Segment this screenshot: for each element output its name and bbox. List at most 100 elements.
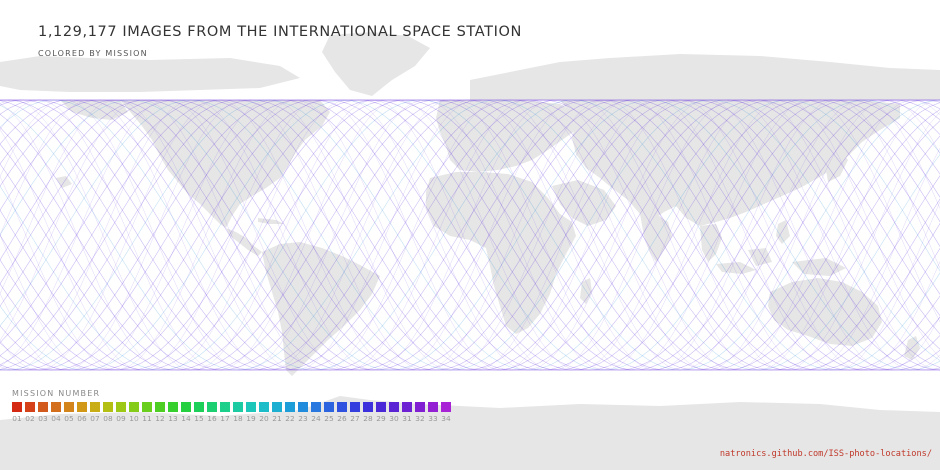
legend-title: MISSION NUMBER [12, 389, 101, 398]
legend-swatch [77, 402, 87, 412]
legend-label: 14 [181, 414, 191, 423]
legend-label: 27 [350, 414, 360, 423]
legend-label: 30 [389, 414, 399, 423]
legend-item: 22 [285, 402, 295, 423]
legend-swatch [181, 402, 191, 412]
legend-item: 03 [38, 402, 48, 423]
legend-item: 28 [363, 402, 373, 423]
legend-label: 09 [116, 414, 126, 423]
legend-swatch [441, 402, 451, 412]
legend-item: 05 [64, 402, 74, 423]
legend-item: 15 [194, 402, 204, 423]
legend-swatch [272, 402, 282, 412]
legend-item: 33 [428, 402, 438, 423]
legend-swatch [428, 402, 438, 412]
legend-item: 25 [324, 402, 334, 423]
legend-swatch [246, 402, 256, 412]
legend-label: 07 [90, 414, 100, 423]
legend-label: 08 [103, 414, 113, 423]
legend-swatch [324, 402, 334, 412]
legend-item: 20 [259, 402, 269, 423]
legend-label: 20 [259, 414, 269, 423]
legend-label: 03 [38, 414, 48, 423]
legend-swatch [298, 402, 308, 412]
legend-item: 34 [441, 402, 451, 423]
legend-item: 18 [233, 402, 243, 423]
legend-swatch [64, 402, 74, 412]
legend-label: 11 [142, 414, 152, 423]
legend-item: 14 [181, 402, 191, 423]
legend-swatch [389, 402, 399, 412]
legend-item: 10 [129, 402, 139, 423]
legend-swatch [363, 402, 373, 412]
legend-item: 04 [51, 402, 61, 423]
legend-label: 05 [64, 414, 74, 423]
legend-item: 19 [246, 402, 256, 423]
legend-swatch [233, 402, 243, 412]
legend-label: 04 [51, 414, 61, 423]
legend-item: 11 [142, 402, 152, 423]
legend-swatch [90, 402, 100, 412]
legend-label: 29 [376, 414, 386, 423]
legend-item: 12 [155, 402, 165, 423]
legend-swatch [415, 402, 425, 412]
legend-label: 26 [337, 414, 347, 423]
legend-item: 24 [311, 402, 321, 423]
legend-swatch [155, 402, 165, 412]
legend-label: 21 [272, 414, 282, 423]
legend-item: 23 [298, 402, 308, 423]
legend-swatch [376, 402, 386, 412]
legend-swatch [12, 402, 22, 412]
legend-label: 02 [25, 414, 35, 423]
legend-label: 23 [298, 414, 308, 423]
legend-label: 28 [363, 414, 373, 423]
legend-swatch [142, 402, 152, 412]
legend-label: 18 [233, 414, 243, 423]
legend-label: 22 [285, 414, 295, 423]
legend-item: 29 [376, 402, 386, 423]
legend-label: 06 [77, 414, 87, 423]
legend-item: 08 [103, 402, 113, 423]
legend-label: 34 [441, 414, 451, 423]
legend-swatch [220, 402, 230, 412]
legend-item: 06 [77, 402, 87, 423]
arctic-islands-west [0, 56, 300, 92]
legend-swatch [129, 402, 139, 412]
legend-label: 12 [155, 414, 165, 423]
source-link[interactable]: natronics.github.com/ISS-photo-locations… [720, 449, 932, 459]
legend-item: 01 [12, 402, 22, 423]
legend-label: 17 [220, 414, 230, 423]
iss-photo-map: 1,129,177 IMAGES FROM THE INTERNATIONAL … [0, 0, 940, 470]
mission-legend: 01 02 03 04 05 06 07 08 09 10 11 12 13 14 15 16 17 18 19 20… [12, 402, 451, 423]
legend-swatch [259, 402, 269, 412]
arctic-islands-east [470, 54, 940, 100]
legend-label: 24 [311, 414, 321, 423]
page-title: 1,129,177 IMAGES FROM THE INTERNATIONAL … [38, 24, 522, 40]
legend-swatch [337, 402, 347, 412]
legend-label: 16 [207, 414, 217, 423]
legend-swatch [25, 402, 35, 412]
legend-label: 15 [194, 414, 204, 423]
legend-swatch [285, 402, 295, 412]
legend-swatch [51, 402, 61, 412]
legend-swatch [311, 402, 321, 412]
legend-swatch [402, 402, 412, 412]
legend-label: 10 [129, 414, 139, 423]
legend-swatch [168, 402, 178, 412]
legend-label: 31 [402, 414, 412, 423]
legend-swatch [350, 402, 360, 412]
legend-item: 30 [389, 402, 399, 423]
legend-item: 17 [220, 402, 230, 423]
legend-swatch [194, 402, 204, 412]
greenland [322, 32, 430, 96]
legend-item: 16 [207, 402, 217, 423]
legend-label: 19 [246, 414, 256, 423]
cuba [258, 218, 284, 224]
legend-swatch [207, 402, 217, 412]
legend-item: 02 [25, 402, 35, 423]
page-subtitle: COLORED BY MISSION [38, 49, 148, 58]
legend-swatch [103, 402, 113, 412]
legend-item: 21 [272, 402, 282, 423]
legend-swatch [38, 402, 48, 412]
legend-label: 25 [324, 414, 334, 423]
